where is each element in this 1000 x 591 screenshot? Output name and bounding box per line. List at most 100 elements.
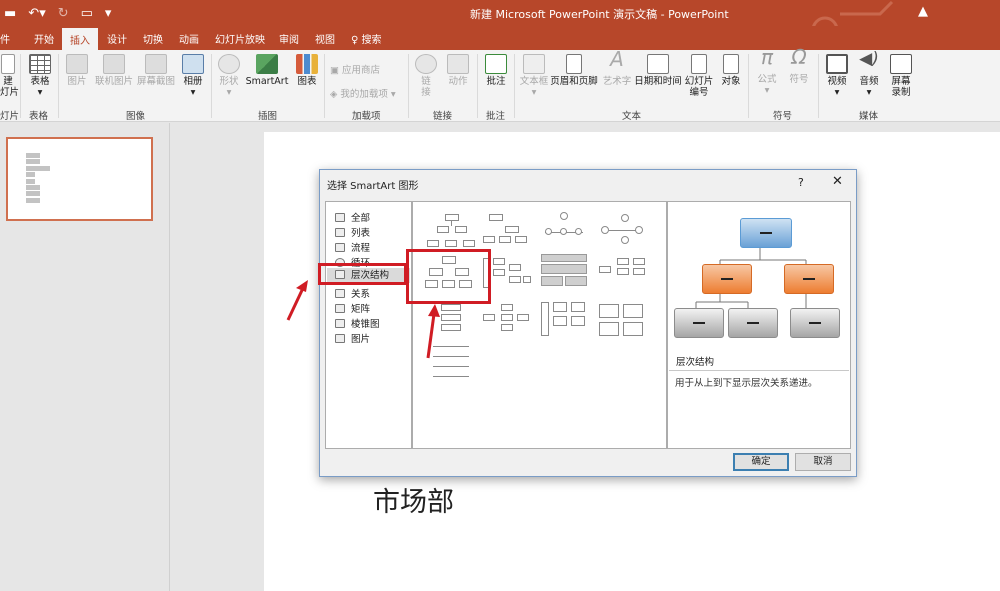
object-button[interactable]: 对象 (718, 54, 744, 87)
layout-thumbnail[interactable] (599, 212, 649, 252)
preview-bottom-box-2 (728, 308, 778, 338)
tab-review[interactable]: 审阅 (279, 31, 299, 46)
slide-number-button[interactable]: 幻灯片 编号 (684, 54, 714, 98)
video-icon (826, 54, 848, 74)
layout-thumbnail[interactable] (427, 212, 477, 252)
tab-slideshow[interactable]: 幻灯片放映 (215, 31, 265, 46)
layout-shape (635, 226, 643, 234)
ok-button[interactable]: 确定 (733, 453, 789, 471)
link-button[interactable]: 链 接 (414, 54, 438, 98)
layout-shape (633, 258, 645, 265)
preview-mid-box-right (784, 264, 834, 294)
link-label-2: 接 (421, 87, 431, 98)
store-button[interactable]: ▣ 应用商店 (330, 62, 380, 76)
layout-thumbnail[interactable] (599, 302, 649, 342)
category-all[interactable]: 全部 (335, 210, 370, 224)
links-group-label: 链接 (433, 111, 453, 122)
tell-me-search[interactable]: ♀ 搜索 (351, 31, 382, 46)
tab-view[interactable]: 视图 (315, 31, 335, 46)
text-placeholder-dash (809, 322, 821, 324)
store-icon: ▣ (330, 65, 342, 76)
layout-shape (541, 276, 563, 286)
category-list-item[interactable]: 列表 (335, 225, 370, 239)
tab-file[interactable]: 件 (0, 31, 10, 46)
category-relationship[interactable]: 关系 (335, 286, 370, 300)
layout-thumbnail[interactable] (541, 252, 589, 292)
layout-thumbnail[interactable] (483, 302, 533, 342)
category-picture[interactable]: 图片 (335, 331, 370, 345)
undo-icon[interactable]: ↶▾ (28, 6, 45, 21)
new-slide-icon (1, 54, 15, 74)
new-slide-label-2: 灯片 (0, 87, 20, 98)
layout-thumbnail[interactable] (541, 300, 589, 340)
group-divider (748, 54, 749, 118)
picture-button[interactable]: 图片 (64, 54, 90, 87)
layout-thumbnail[interactable] (543, 210, 593, 250)
category-pyramid[interactable]: 棱锥图 (335, 316, 380, 330)
thumb-line (26, 178, 35, 184)
header-footer-button[interactable]: 页眉和页脚 (550, 54, 598, 87)
layout-shape (483, 314, 495, 321)
tab-animations[interactable]: 动画 (179, 31, 199, 46)
layout-shape (623, 322, 643, 336)
shapes-label: 形状 (219, 76, 239, 87)
screenshot-button[interactable]: 屏幕截图 (136, 54, 176, 87)
table-label: 表格 (30, 76, 50, 87)
action-button[interactable]: 动作 (444, 54, 472, 87)
close-button[interactable]: ✕ (832, 174, 843, 189)
photo-album-button[interactable]: 相册 ▾ (180, 54, 206, 98)
highlight-box-hierarchy-layout (406, 249, 491, 304)
video-button[interactable]: 视频 ▾ (824, 54, 850, 98)
table-button[interactable]: 表格 ▾ (27, 54, 53, 98)
category-matrix[interactable]: 矩阵 (335, 301, 370, 315)
save-icon[interactable]: ▬ (4, 6, 16, 21)
layout-shape (515, 236, 527, 243)
layout-shape (509, 264, 521, 271)
equation-button[interactable]: π 公式 ▾ (754, 47, 780, 96)
help-button[interactable]: ? (798, 176, 804, 189)
redo-icon[interactable]: ↻ (58, 6, 69, 21)
wordart-button[interactable]: A 艺术字 (601, 49, 633, 87)
cancel-button[interactable]: 取消 (795, 453, 851, 471)
photo-album-label: 相册 (183, 76, 203, 87)
tab-design[interactable]: 设计 (107, 31, 127, 46)
list-icon (335, 228, 345, 237)
customize-qat-icon[interactable]: ▾ (105, 6, 112, 21)
slides-group-label: 灯片 (0, 111, 20, 122)
tab-home[interactable]: 开始 (34, 31, 54, 46)
smartart-button[interactable]: SmartArt (245, 54, 289, 87)
warning-icon[interactable]: ▲ (918, 4, 928, 19)
preview-mid-box-left (702, 264, 752, 294)
window-title: 新建 Microsoft PowerPoint 演示文稿 - PowerPoin… (470, 8, 729, 21)
layout-thumbnail[interactable] (483, 212, 533, 252)
my-addins-button[interactable]: ◈ 我的加载项 ▾ (330, 86, 396, 100)
smartart-label: SmartArt (245, 76, 289, 87)
group-divider (477, 54, 478, 118)
comment-button[interactable]: 批注 (482, 54, 510, 87)
object-icon (723, 54, 739, 74)
textbox-button[interactable]: 文本框 ▾ (518, 54, 550, 98)
audio-button[interactable]: ◀) 音频 ▾ (856, 51, 882, 99)
new-slide-button[interactable]: 建 灯片 (0, 54, 20, 98)
group-divider (408, 54, 409, 118)
screen-recording-button[interactable]: 屏幕 录制 (888, 54, 914, 98)
layout-shape (541, 264, 587, 274)
chart-button[interactable]: 图表 (294, 54, 320, 87)
online-picture-button[interactable]: 联机图片 (93, 54, 135, 87)
layout-thumbnail[interactable] (599, 254, 649, 294)
header-footer-icon (566, 54, 582, 74)
text-group-label: 文本 (622, 111, 642, 122)
start-from-beginning-icon[interactable]: ▭ (81, 6, 93, 21)
category-process[interactable]: 流程 (335, 240, 370, 254)
datetime-label: 日期和时间 (634, 76, 682, 87)
tab-transitions[interactable]: 切换 (143, 31, 163, 46)
slide-text-market-dept[interactable]: 市场部 (373, 480, 454, 519)
layout-shape (621, 214, 629, 222)
layout-shape (560, 228, 567, 235)
symbol-button[interactable]: Ω 符号 (786, 47, 812, 85)
layout-shape (455, 226, 467, 233)
shapes-button[interactable]: 形状 ▾ (216, 54, 242, 98)
tab-insert[interactable]: 插入 (62, 28, 98, 50)
datetime-button[interactable]: 日期和时间 (634, 54, 682, 87)
screen-recording-label: 屏幕 (891, 76, 911, 87)
